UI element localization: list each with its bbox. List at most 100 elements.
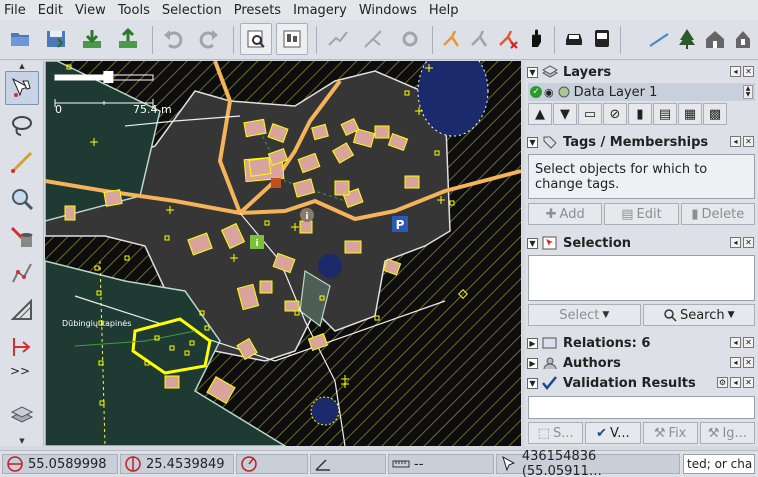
collapse-toggle-icon[interactable]: ▼ bbox=[527, 136, 538, 148]
tags-panel-title: Tags / Memberships bbox=[563, 134, 709, 150]
close-icon[interactable]: ✕ bbox=[743, 337, 754, 348]
visibility-icon[interactable]: ⊘ bbox=[603, 103, 627, 125]
detach-icon[interactable]: ◂ bbox=[730, 136, 741, 147]
angle-icon bbox=[315, 459, 330, 471]
scale-zero-label: 0 bbox=[55, 103, 62, 116]
validation-list[interactable] bbox=[528, 396, 755, 419]
bus-icon[interactable] bbox=[586, 23, 618, 55]
validation-button-row: ⬚ S... ✔ V... ⚒ Fix ⚒ Ig... bbox=[528, 422, 755, 444]
edit-tag-label: Edit bbox=[636, 206, 662, 222]
check-icon: ✔ bbox=[596, 425, 608, 441]
activate-layer-icon[interactable]: ▭ bbox=[578, 103, 602, 125]
detach-icon[interactable]: ◂ bbox=[730, 337, 741, 348]
house-note-icon[interactable] bbox=[727, 23, 758, 55]
extrude-tool-icon[interactable] bbox=[5, 330, 39, 364]
close-icon[interactable]: ✕ bbox=[743, 237, 754, 248]
close-icon[interactable]: ✕ bbox=[743, 377, 754, 388]
edit-tag-button[interactable]: ▤ Edit bbox=[604, 203, 679, 225]
improve-way-tool-icon[interactable] bbox=[5, 256, 39, 290]
close-icon[interactable]: ✕ bbox=[743, 66, 754, 77]
presets-icon[interactable] bbox=[276, 23, 308, 55]
download-icon[interactable] bbox=[76, 23, 108, 55]
preferences-small-icon[interactable]: ⚙ bbox=[717, 377, 728, 388]
expand-toggle-icon[interactable]: ▶ bbox=[527, 357, 538, 369]
layer-visible-icon[interactable]: ◉ bbox=[544, 86, 554, 99]
validation-panel-header[interactable]: ▼ Validation Results ⚙ ◂ ✕ bbox=[527, 374, 756, 392]
move-down-icon[interactable]: ▼ bbox=[553, 103, 577, 125]
delete-layer-icon[interactable]: ▩ bbox=[703, 103, 727, 125]
relations-panel-header[interactable]: ▶ Relations: 6 ◂ ✕ bbox=[527, 334, 756, 352]
lasso-tool-icon[interactable] bbox=[5, 108, 39, 142]
collapse-toggle-icon[interactable]: ▼ bbox=[527, 66, 538, 78]
collapse-toggle-icon[interactable]: ▼ bbox=[527, 237, 538, 249]
collapse-toggle-icon[interactable]: ▼ bbox=[527, 377, 538, 389]
delete-tool-icon[interactable] bbox=[5, 219, 39, 253]
select-tool-icon[interactable] bbox=[5, 71, 39, 105]
combine-way-icon[interactable] bbox=[358, 23, 390, 55]
authors-panel-header[interactable]: ▶ Authors ◂ ✕ bbox=[527, 354, 756, 372]
menu-selection[interactable]: Selection bbox=[162, 3, 222, 18]
longitude-icon bbox=[125, 456, 141, 472]
expand-toggle-icon[interactable]: ▶ bbox=[527, 337, 538, 349]
more-tools-button[interactable]: >> bbox=[10, 364, 30, 378]
add-tag-button[interactable]: ✚ Add bbox=[528, 203, 603, 225]
opacity-icon[interactable]: ▮ bbox=[628, 103, 652, 125]
detach-icon[interactable]: ◂ bbox=[730, 377, 741, 388]
open-icon[interactable] bbox=[4, 23, 36, 55]
menu-windows[interactable]: Windows bbox=[359, 3, 417, 18]
close-icon[interactable]: ✕ bbox=[743, 357, 754, 368]
delete-tag-button[interactable]: ▮ Delete bbox=[680, 203, 755, 225]
layers-toggle-icon[interactable] bbox=[5, 397, 39, 431]
fix-button[interactable]: ⚒ Fix bbox=[642, 422, 698, 444]
validation-select-button[interactable]: ⬚ S... bbox=[528, 422, 584, 444]
undo-icon[interactable] bbox=[157, 23, 189, 55]
toolbox-scroll-down[interactable]: ▼ bbox=[2, 437, 42, 445]
menu-imagery[interactable]: Imagery bbox=[293, 3, 347, 18]
detach-icon[interactable]: ◂ bbox=[730, 237, 741, 248]
ignore-button[interactable]: ⚒ Ig... bbox=[699, 422, 755, 444]
layers-panel-header[interactable]: ▼ Layers ◂ ✕ bbox=[527, 63, 756, 81]
selection-panel-header[interactable]: ▼ Selection ◂ ✕ bbox=[527, 234, 756, 252]
plus-icon: ✚ bbox=[545, 206, 557, 222]
wrench-icon: ⚒ bbox=[653, 425, 666, 441]
draw-tool-icon[interactable] bbox=[5, 145, 39, 179]
close-icon[interactable]: ✕ bbox=[743, 136, 754, 147]
menu-help[interactable]: Help bbox=[429, 3, 459, 18]
split-way-icon[interactable] bbox=[322, 23, 354, 55]
tags-panel-header[interactable]: ▼ Tags / Memberships ◂ ✕ bbox=[527, 133, 756, 151]
menu-edit[interactable]: Edit bbox=[38, 3, 63, 18]
dropdown-arrow-icon: ▼ bbox=[602, 310, 610, 320]
preferences-icon[interactable] bbox=[240, 23, 272, 55]
search-button[interactable]: Search ▼ bbox=[642, 304, 755, 326]
zoom-tool-icon[interactable] bbox=[5, 182, 39, 216]
water-body bbox=[318, 254, 342, 278]
redo-icon[interactable] bbox=[193, 23, 225, 55]
latitude-value: 55.0589998 bbox=[28, 456, 107, 472]
reverse-icon[interactable] bbox=[394, 23, 426, 55]
hand-icon[interactable] bbox=[520, 23, 552, 55]
menu-presets[interactable]: Presets bbox=[234, 3, 281, 18]
map-view[interactable]: i i P 0 75.4 m Dūbingių kapinės bbox=[45, 61, 521, 446]
merge-icon[interactable]: ▤ bbox=[653, 103, 677, 125]
save-icon[interactable] bbox=[40, 23, 72, 55]
upload-icon[interactable] bbox=[112, 23, 144, 55]
longitude-value: 25.4539849 bbox=[146, 456, 225, 472]
detach-icon[interactable]: ◂ bbox=[730, 66, 741, 77]
panel-controls: ◂ ✕ bbox=[730, 66, 754, 77]
selection-list[interactable] bbox=[528, 255, 755, 301]
menu-tools[interactable]: Tools bbox=[118, 3, 150, 18]
select-button[interactable]: Select ▼ bbox=[528, 304, 641, 326]
layer-row[interactable]: ✓ ◉ Data Layer 1 ▲ ▼ bbox=[528, 83, 755, 101]
detach-icon[interactable]: ◂ bbox=[730, 357, 741, 368]
move-up-icon[interactable]: ▲ bbox=[528, 103, 552, 125]
panel-controls: ◂ ✕ bbox=[730, 337, 754, 348]
layer-opacity-spinner[interactable]: ▲ ▼ bbox=[743, 85, 753, 99]
toolbox-scroll-up[interactable]: ▲ bbox=[2, 62, 42, 70]
menu-view[interactable]: View bbox=[75, 3, 106, 18]
filter-input[interactable]: ted; or cha bbox=[683, 454, 755, 474]
zoom-slider[interactable] bbox=[53, 69, 193, 119]
parallel-tool-icon[interactable] bbox=[5, 293, 39, 327]
note-icon[interactable]: ▦ bbox=[678, 103, 702, 125]
menu-file[interactable]: File bbox=[4, 3, 26, 18]
validate-button[interactable]: ✔ V... bbox=[585, 422, 641, 444]
